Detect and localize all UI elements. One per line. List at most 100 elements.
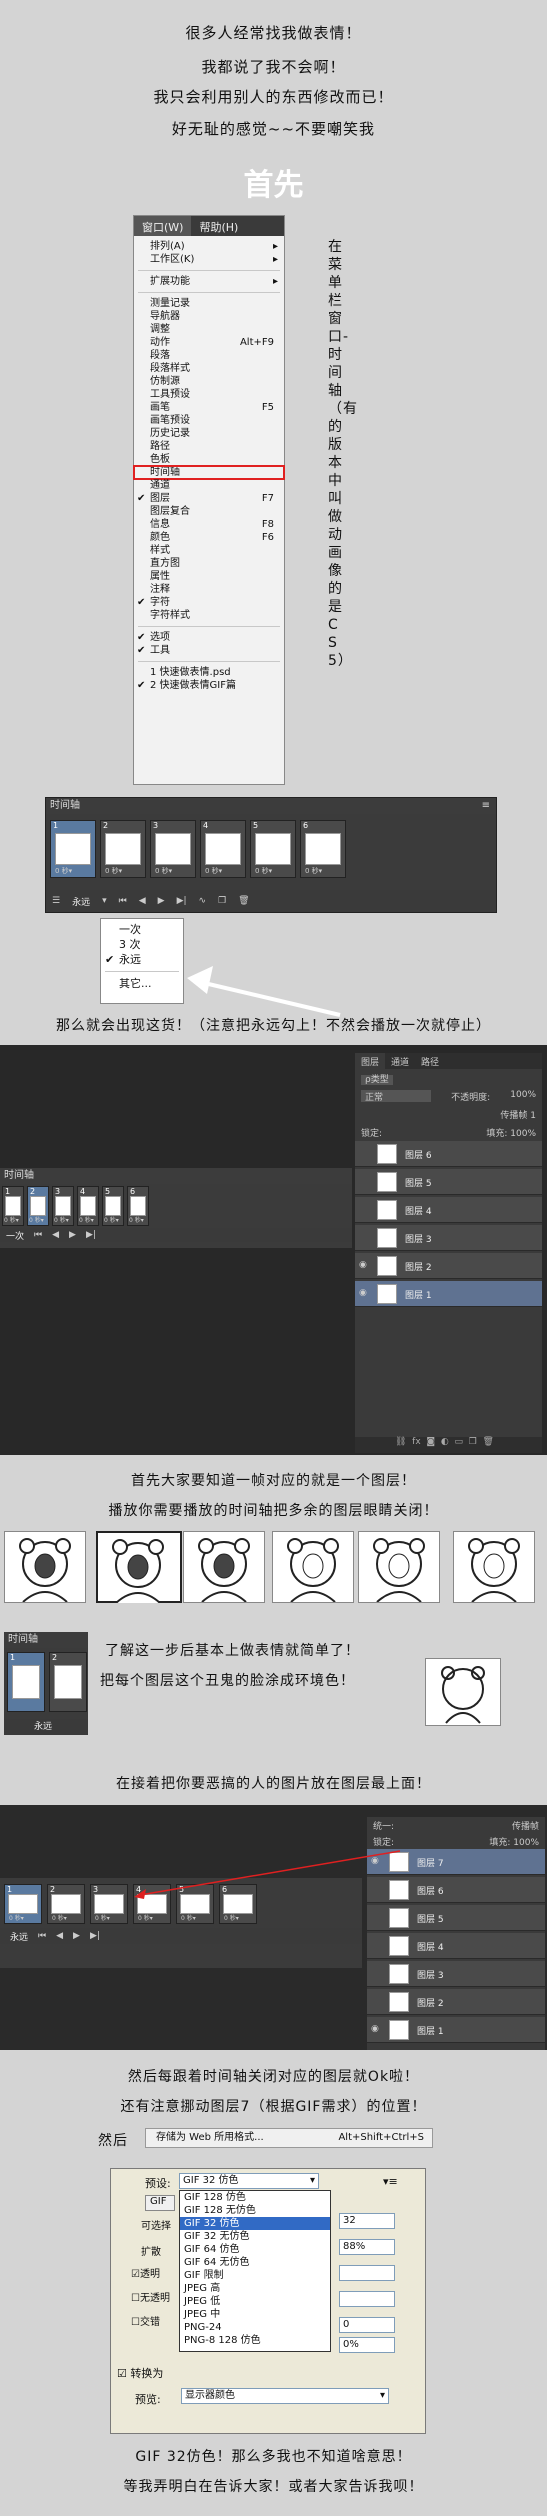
new-layer-icon[interactable]: ❐ <box>469 1437 477 1447</box>
fill-value-2[interactable]: 100% <box>513 1838 539 1848</box>
eye-icon[interactable] <box>359 1148 371 1160</box>
dither-field[interactable]: 88% <box>339 2239 395 2255</box>
play-icon[interactable]: ▶ <box>158 896 165 906</box>
loop-option[interactable]: 其它... <box>101 976 183 991</box>
layer-row[interactable]: 图层 5 <box>355 1169 542 1195</box>
mask-icon[interactable]: ◙ <box>426 1437 435 1447</box>
layer-row[interactable]: 图层 4 <box>367 1933 545 1959</box>
loop-select[interactable]: 永远 <box>72 895 90 908</box>
menu-item[interactable]: ✔ 图层 F7 <box>134 492 284 505</box>
menu-item[interactable]: 历史记录 <box>134 427 284 440</box>
menu-item[interactable]: 信息 F8 <box>134 518 284 531</box>
menu-item[interactable]: ✔ 2 快速做表情GIF篇 <box>134 679 284 692</box>
layer-row[interactable]: 图层 6 <box>355 1141 542 1167</box>
lossy-field[interactable]: 0 <box>339 2317 395 2333</box>
folder-icon[interactable]: ▭ <box>454 1437 463 1447</box>
preset-menu-icon[interactable]: ▾≡ <box>383 2175 398 2188</box>
menu-item[interactable]: 属性 <box>134 570 284 583</box>
delete-frame-icon[interactable]: 🗑 <box>238 896 249 906</box>
timeline-frame[interactable]: 6 0 秒▾ <box>127 1186 149 1226</box>
timeline-frame[interactable]: 2 0 秒▾ <box>100 820 146 878</box>
option-row[interactable]: ☑透明 <box>131 2265 160 2280</box>
layer-row[interactable]: ◉ 图层 1 <box>355 1281 542 1307</box>
menu-item[interactable]: ✔ 选项 <box>134 631 284 644</box>
panel-menu-icon[interactable]: ≡ <box>482 798 496 814</box>
menu-item[interactable]: 样式 <box>134 544 284 557</box>
menu-item[interactable]: 调整 <box>134 323 284 336</box>
frame-duration[interactable]: 0 秒▾ <box>105 866 122 876</box>
menu-item[interactable]: 色板 <box>134 453 284 466</box>
preset-option[interactable]: GIF 32 无仿色 <box>180 2230 330 2243</box>
adjust-icon[interactable]: ◐ <box>441 1437 449 1447</box>
frame-duration[interactable]: 0 秒▾ <box>52 1913 67 1922</box>
menu-item[interactable]: 图层复合 <box>134 505 284 518</box>
preset-option[interactable]: JPEG 高 <box>180 2282 330 2295</box>
preset-option[interactable]: GIF 32 仿色 <box>180 2217 330 2230</box>
menu-item[interactable]: 字符样式 <box>134 609 284 622</box>
timeline-frame[interactable]: 2 0 秒▾ <box>47 1884 85 1924</box>
menu-item[interactable]: 注释 <box>134 583 284 596</box>
timeline-frame[interactable]: 2 0 秒▾ <box>27 1186 49 1226</box>
frame-duration[interactable]: 0 秒▾ <box>181 1913 196 1922</box>
menu-item[interactable]: 工具预设 <box>134 388 284 401</box>
timeline-frame[interactable]: 3 0 秒▾ <box>52 1186 74 1226</box>
option-row[interactable]: 扩散 <box>141 2243 161 2258</box>
loop-select-2[interactable]: 一次 <box>6 1229 24 1242</box>
play-icon-2[interactable]: ▶ <box>69 1230 76 1240</box>
prev-frame-icon-2[interactable]: ◀ <box>52 1230 59 1240</box>
timeline-frame[interactable]: 5 0 秒▾ <box>102 1186 124 1226</box>
trash-icon[interactable]: 🗑 <box>483 1437 494 1447</box>
frame-duration[interactable]: 0 秒▾ <box>55 866 72 876</box>
duplicate-frame-icon[interactable]: ❐ <box>218 896 226 906</box>
frame-duration[interactable]: 0 秒▾ <box>155 866 172 876</box>
first-frame-icon[interactable]: ⏮ <box>119 896 127 906</box>
opacity-value[interactable]: 100% <box>510 1090 536 1102</box>
preset-option[interactable]: GIF 64 仿色 <box>180 2243 330 2256</box>
matte-field[interactable] <box>339 2265 395 2281</box>
eye-icon[interactable]: ◉ <box>359 1260 371 1272</box>
option-row[interactable]: 可选择 <box>141 2217 171 2232</box>
menu-item[interactable]: ✔ 工具 <box>134 644 284 657</box>
menu-item[interactable]: 导航器 <box>134 310 284 323</box>
menu-item[interactable]: 路径 <box>134 440 284 453</box>
fill-value[interactable]: 100% <box>510 1129 536 1139</box>
preview-select[interactable]: 显示器颜色 ▾ <box>181 2388 389 2404</box>
timeline-frame[interactable]: 1 0 秒▾ <box>2 1186 24 1226</box>
preset-option[interactable]: GIF 64 无仿色 <box>180 2256 330 2269</box>
menu-item[interactable]: 1 快速做表情.psd <box>134 666 284 679</box>
menu-item[interactable]: 排列(A) ▸ <box>134 240 284 253</box>
menu-item[interactable]: 动作 Alt+F9 <box>134 336 284 349</box>
frame-duration[interactable]: 0 秒▾ <box>29 1215 44 1224</box>
menu-item[interactable]: 测量记录 <box>134 297 284 310</box>
fx-icon[interactable]: fx <box>412 1437 421 1447</box>
frame-duration[interactable]: 0 秒▾ <box>305 866 322 876</box>
convert-checkbox-row[interactable]: ☑ 转换为 <box>117 2365 163 2381</box>
preset-option[interactable]: PNG-8 128 仿色 <box>180 2334 330 2347</box>
web-snap-field[interactable]: 0% <box>339 2337 395 2353</box>
menu-help[interactable]: 帮助(H) <box>191 216 246 236</box>
frame-duration[interactable]: 0 秒▾ <box>224 1913 239 1922</box>
loop-option[interactable]: 3 次 <box>101 937 183 952</box>
format-select[interactable]: GIF <box>145 2195 175 2211</box>
next-frame-icon[interactable]: ▶| <box>177 896 187 906</box>
eye-icon[interactable] <box>371 1996 383 2008</box>
frame-duration[interactable]: 0 秒▾ <box>4 1215 19 1224</box>
layer-row[interactable]: ◉ 图层 1 <box>367 2017 545 2043</box>
prev-frame-icon[interactable]: ◀ <box>139 896 146 906</box>
eye-icon[interactable] <box>371 1912 383 1924</box>
loop-select-3[interactable]: 永远 <box>10 1930 28 1943</box>
timeline-frame[interactable]: 3 0 秒▾ <box>90 1884 128 1924</box>
frame-duration[interactable]: 0 秒▾ <box>9 1913 24 1922</box>
blend-select[interactable]: 正常 <box>361 1090 431 1103</box>
menu-item[interactable]: 段落样式 <box>134 362 284 375</box>
loop-option[interactable]: 一次 <box>101 922 183 937</box>
preset-option[interactable]: PNG-24 <box>180 2321 330 2334</box>
timeline-frame[interactable]: 4 0 秒▾ <box>77 1186 99 1226</box>
save-command-bar[interactable]: 存储为 Web 所用格式... Alt+Shift+Ctrl+S <box>145 2128 433 2148</box>
propagate-frame-checkbox-2[interactable]: 传播帧 <box>512 1819 539 1832</box>
menu-window[interactable]: 窗口(W) <box>134 216 192 236</box>
layer-row[interactable]: 图层 2 <box>367 1989 545 2015</box>
layer-row[interactable]: 图层 4 <box>355 1197 542 1223</box>
menu-item[interactable]: 通道 <box>134 479 284 492</box>
prev-frame-icon-3[interactable]: ◀ <box>56 1931 63 1941</box>
